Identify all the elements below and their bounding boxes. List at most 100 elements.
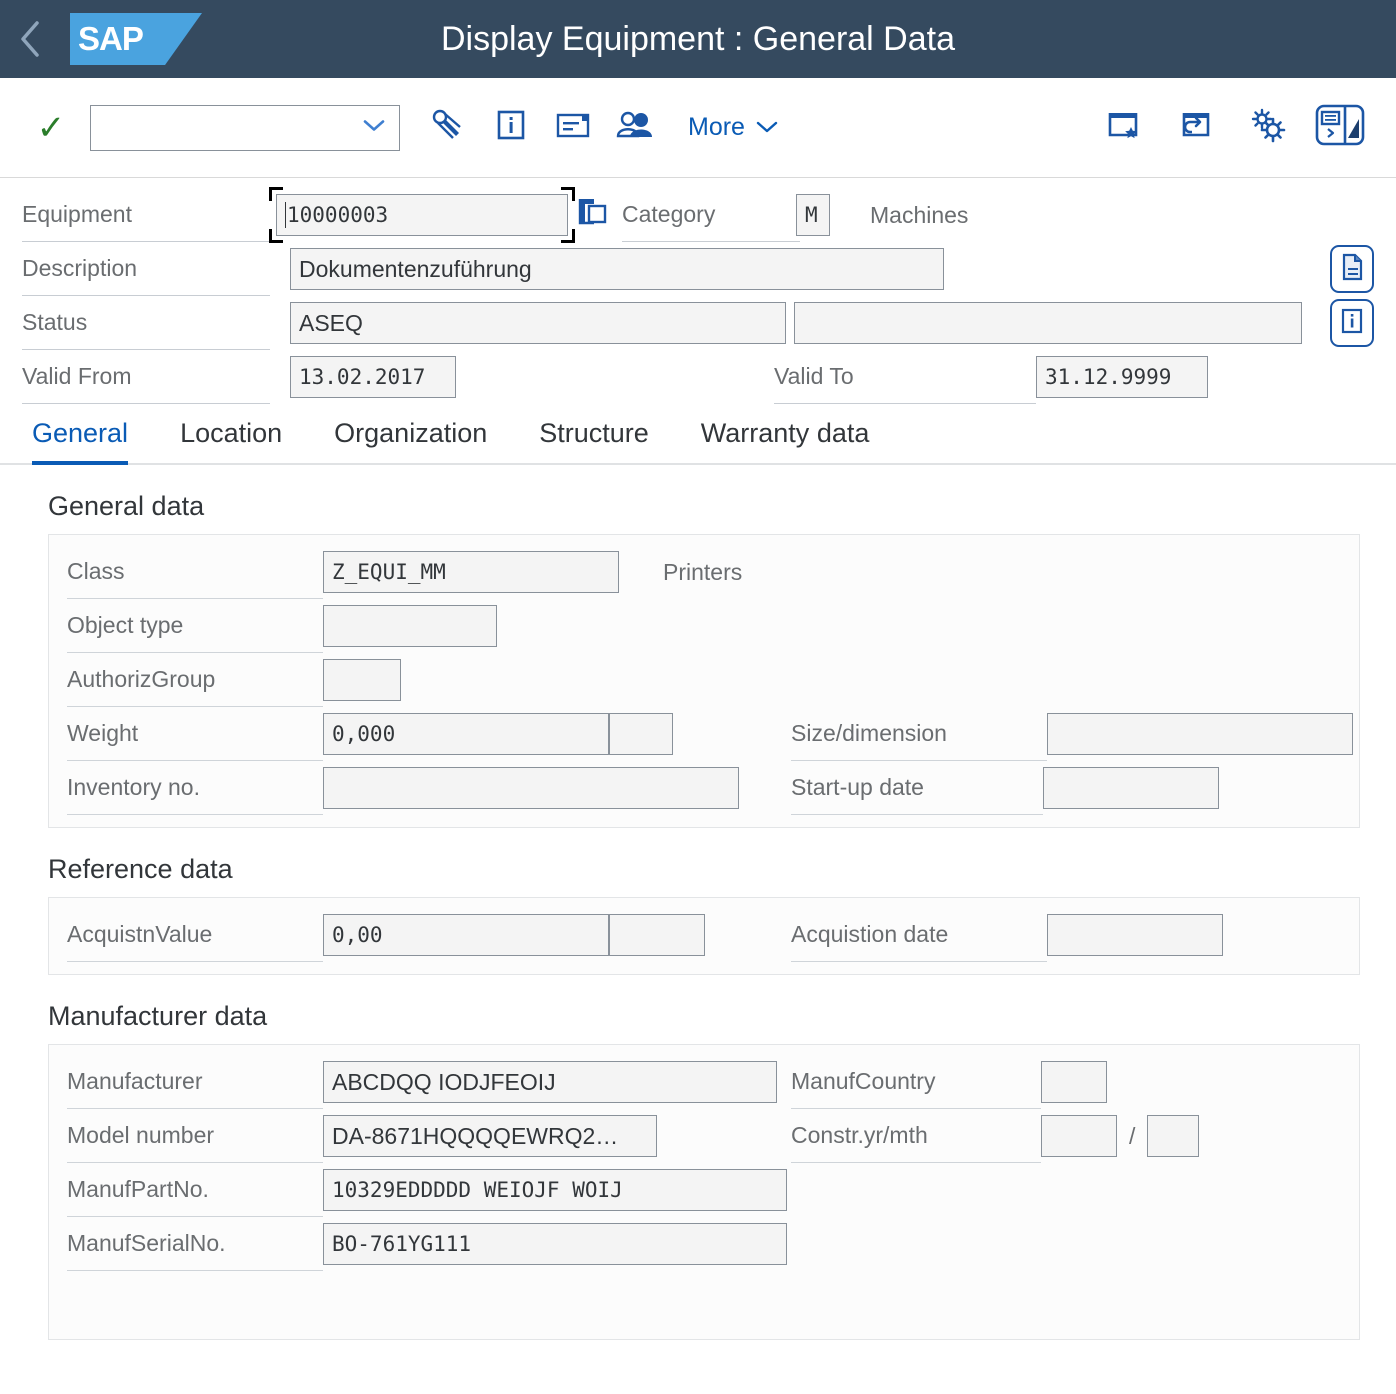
settings-button[interactable]: [1236, 97, 1300, 159]
tab-location[interactable]: Location: [154, 418, 308, 463]
size-dimension-input[interactable]: [1047, 713, 1353, 755]
tab-general[interactable]: General: [22, 418, 154, 465]
partners-button[interactable]: [604, 97, 666, 159]
object-type-input[interactable]: [323, 605, 497, 647]
tab-organization[interactable]: Organization: [308, 418, 513, 463]
class-row: Class Z_EQUI_MM Printers: [49, 545, 1359, 599]
object-type-row: Object type: [49, 599, 1359, 653]
long-text-document-button[interactable]: [1330, 245, 1374, 293]
manufacturer-value: ABCDQQ IODJFEOIJ: [332, 1068, 556, 1095]
class-label: Class: [67, 558, 125, 584]
equipment-value-help-button[interactable]: [576, 193, 610, 238]
manuf-part-no-input[interactable]: 10329EDDDDD WEIOJF WOIJ: [323, 1169, 787, 1211]
panel-bottom-spacer: [49, 1271, 1359, 1327]
category-input[interactable]: M: [796, 194, 830, 236]
inventory-no-label: Inventory no.: [67, 774, 200, 800]
weight-size-row: Weight 0,000 Size/dimension: [49, 707, 1359, 761]
manufacturer-data-section-title: Manufacturer data: [48, 1001, 268, 1031]
equipment-label: Equipment: [22, 201, 132, 227]
manuf-serial-no-label: ManufSerialNo.: [67, 1230, 226, 1256]
weight-input[interactable]: 0,000: [323, 713, 609, 755]
start-up-date-input[interactable]: [1043, 767, 1219, 809]
inventory-startup-row: Inventory no. Start-up date: [49, 761, 1359, 815]
general-data-section-title: General data: [48, 491, 205, 521]
class-input[interactable]: Z_EQUI_MM: [323, 551, 619, 593]
valid-from-label: Valid From: [22, 363, 132, 389]
description-label: Description: [22, 255, 138, 281]
manufacturer-label: Manufacturer: [67, 1068, 203, 1094]
constr-yr-input[interactable]: [1041, 1115, 1117, 1157]
tab-location-label: Location: [180, 418, 283, 448]
valid-from-input[interactable]: 13.02.2017: [290, 356, 456, 398]
acquistn-value-label: AcquistnValue: [67, 921, 213, 947]
authoriz-group-input[interactable]: [323, 659, 401, 701]
manuf-part-no-value: 10329EDDDDD WEIOJF WOIJ: [332, 1178, 623, 1202]
back-button[interactable]: [0, 0, 60, 78]
equipment-row: Equipment 10000003 Category M Machines: [22, 187, 1374, 243]
status-row: Status ASEQ: [22, 296, 1374, 350]
command-input[interactable]: [101, 115, 389, 140]
valid-from-value: 13.02.2017: [299, 365, 426, 389]
add-to-favorites-button[interactable]: [1092, 97, 1156, 159]
long-text-button[interactable]: [542, 97, 604, 159]
category-value: M: [805, 203, 818, 227]
command-field[interactable]: [90, 104, 400, 151]
tab-warranty-data[interactable]: Warranty data: [675, 418, 896, 463]
open-in-new-window-button[interactable]: [1164, 97, 1228, 159]
confirm-check-button[interactable]: ✓: [34, 111, 68, 145]
info-box-button[interactable]: [480, 97, 542, 159]
model-number-input[interactable]: DA-8671HQQQQEWRQ2…: [323, 1115, 657, 1157]
acquisition-row: AcquistnValue 0,00 Acquistion date: [49, 908, 1359, 962]
tab-content-general: General data Class Z_EQUI_MM Printers Ob…: [0, 491, 1396, 1340]
status-secondary-input[interactable]: [794, 302, 1302, 344]
acquistn-value-value: 0,00: [332, 923, 383, 947]
measuring-points-button[interactable]: [418, 97, 480, 159]
status-info-button[interactable]: [1330, 299, 1374, 347]
tab-structure-label: Structure: [539, 418, 649, 448]
object-type-label: Object type: [67, 612, 184, 638]
status-info-icon: [1339, 307, 1365, 340]
acquistn-value-input[interactable]: 0,00: [323, 914, 609, 956]
long-text-icon: [554, 109, 592, 146]
valid-to-input[interactable]: 31.12.9999: [1036, 356, 1208, 398]
tab-structure[interactable]: Structure: [513, 418, 675, 463]
tab-general-label: General: [32, 418, 129, 448]
acquistion-date-label: Acquistion date: [791, 921, 949, 947]
manuf-part-no-row: ManufPartNo. 10329EDDDDD WEIOJF WOIJ: [49, 1163, 1359, 1217]
chevron-down-icon[interactable]: [361, 116, 387, 139]
equipment-input[interactable]: 10000003: [276, 194, 568, 236]
category-label: Category: [622, 201, 716, 227]
category-text: Machines: [870, 201, 969, 228]
authoriz-group-row: AuthorizGroup: [49, 653, 1359, 707]
size-dimension-label: Size/dimension: [791, 720, 947, 746]
start-up-date-label: Start-up date: [791, 774, 924, 800]
application-toolbar: ✓ More: [0, 78, 1396, 178]
manufacturer-data-panel: Manufacturer ABCDQQ IODJFEOIJ ManufCount…: [48, 1044, 1360, 1340]
status-input[interactable]: ASEQ: [290, 302, 786, 344]
constr-yr-mth-label: Constr.yr/mth: [791, 1122, 928, 1148]
constr-mth-input[interactable]: [1147, 1115, 1200, 1157]
manuf-serial-no-input[interactable]: BO-761YG111: [323, 1223, 787, 1265]
manuf-country-label: ManufCountry: [791, 1068, 936, 1094]
back-chevron-icon: [15, 17, 45, 61]
status-label: Status: [22, 309, 88, 335]
manuf-serial-no-row: ManufSerialNo. BO-761YG111: [49, 1217, 1359, 1271]
weight-unit-input[interactable]: [609, 713, 673, 755]
acquistn-currency-input[interactable]: [609, 914, 705, 956]
authoriz-group-label: AuthorizGroup: [67, 666, 216, 692]
inventory-no-input[interactable]: [323, 767, 739, 809]
tab-bar: General Location Organization Structure …: [0, 404, 1396, 465]
settings-gears-icon: [1249, 107, 1287, 148]
manufacturer-input[interactable]: ABCDQQ IODJFEOIJ: [323, 1061, 777, 1103]
info-box-icon: [493, 107, 529, 148]
open-in-new-window-icon: [1177, 107, 1215, 148]
sap-logo: SAP: [70, 13, 202, 65]
manuf-country-input[interactable]: [1041, 1061, 1107, 1103]
description-row: Description Dokumentenzuführung: [22, 242, 1374, 296]
reference-data-section-title: Reference data: [48, 854, 233, 884]
description-input[interactable]: Dokumentenzuführung: [290, 248, 944, 290]
equipment-value: 10000003: [287, 203, 389, 227]
feedback-and-resize-button[interactable]: [1308, 97, 1372, 159]
acquistion-date-input[interactable]: [1047, 914, 1223, 956]
more-menu-button[interactable]: More: [680, 113, 787, 142]
